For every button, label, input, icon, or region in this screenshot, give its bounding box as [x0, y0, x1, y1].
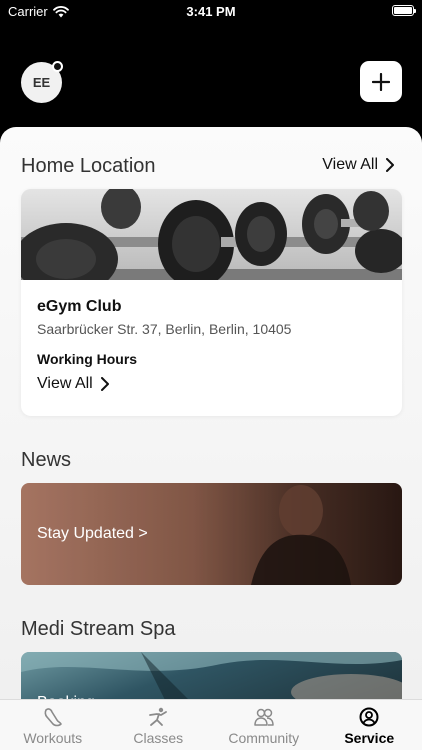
- tab-label: Workouts: [23, 730, 83, 746]
- battery-icon: [392, 5, 416, 16]
- chevron-right-icon: [100, 377, 109, 391]
- gym-photo: [21, 189, 402, 280]
- tab-label: Community: [228, 730, 300, 746]
- status-time: 3:41 PM: [186, 4, 236, 19]
- news-banner-label: Stay Updated >: [37, 525, 148, 542]
- plus-icon: [372, 72, 390, 91]
- battery-tip: [414, 9, 416, 13]
- working-hours-view-all-button[interactable]: View All: [37, 375, 109, 393]
- view-all-label: View All: [322, 156, 378, 173]
- news-banner[interactable]: Stay Updated >: [21, 483, 402, 585]
- avatar[interactable]: EE: [21, 61, 63, 103]
- tab-service[interactable]: Service: [317, 700, 422, 750]
- avatar-initials: EE: [32, 75, 51, 90]
- club-address: Saarbrücker Str. 37, Berlin, Berlin, 104…: [37, 321, 292, 337]
- home-location-title: Home Location: [21, 155, 156, 177]
- tab-community[interactable]: Community: [211, 700, 317, 750]
- home-location-view-all-button[interactable]: View All: [322, 156, 394, 174]
- workouts-icon: [44, 708, 62, 727]
- news-title: News: [21, 449, 72, 471]
- chevron-right-icon: [386, 158, 394, 172]
- status-bar: Carrier 3:41 PM: [0, 0, 422, 24]
- service-icon: [359, 707, 379, 727]
- notification-dot: [52, 61, 63, 72]
- content-sheet[interactable]: Home Location View All eGym Club Saarbrü…: [0, 127, 422, 750]
- classes-icon: [149, 707, 168, 726]
- community-icon: [254, 708, 274, 726]
- view-all-label: View All: [37, 375, 93, 392]
- battery-level: [394, 7, 412, 14]
- tab-workouts[interactable]: Workouts: [0, 700, 106, 750]
- tab-label: Service: [344, 730, 395, 746]
- dumbbells-image: [21, 189, 402, 280]
- tab-classes[interactable]: Classes: [106, 700, 212, 750]
- add-button[interactable]: [360, 61, 402, 102]
- tab-label: Classes: [133, 730, 184, 746]
- home-location-card[interactable]: eGym Club Saarbrücker Str. 37, Berlin, B…: [21, 189, 402, 416]
- tab-bar: Workouts Classes Community Service: [0, 699, 422, 750]
- working-hours-label: Working Hours: [37, 351, 138, 367]
- club-name: eGym Club: [37, 298, 122, 315]
- spa-title: Medi Stream Spa: [21, 618, 176, 640]
